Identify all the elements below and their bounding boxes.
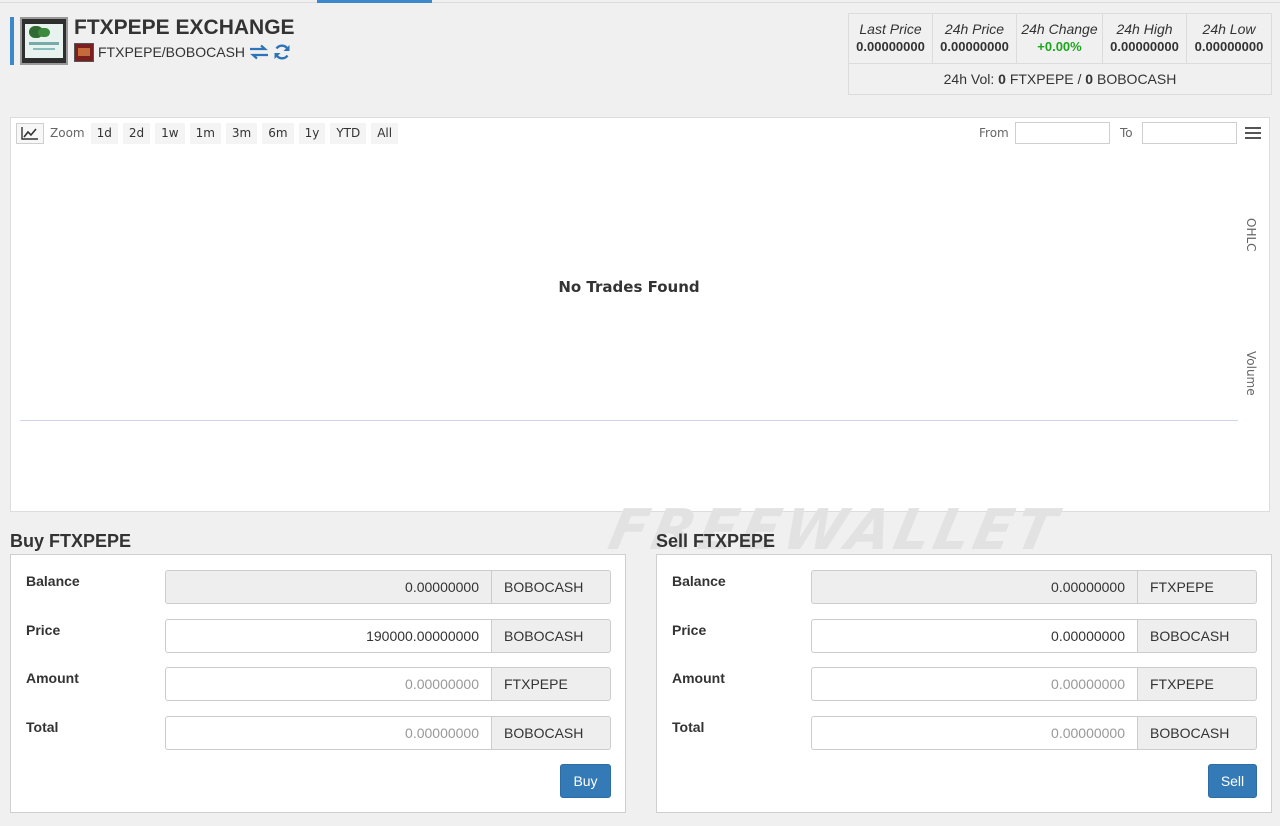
buy-form: Balance 0.00000000 BOBOCASH Price 190000… <box>10 554 626 813</box>
buy-price-row: Price 190000.00000000 BOBOCASH <box>11 619 625 653</box>
market-stats-table: Last Price 0.00000000 24h Price 0.000000… <box>848 13 1272 95</box>
buy-total-unit: BOBOCASH <box>491 716 611 750</box>
sell-price-unit: BOBOCASH <box>1137 619 1257 653</box>
sell-total-unit: BOBOCASH <box>1137 716 1257 750</box>
no-trades-message: No Trades Found <box>558 278 700 296</box>
from-label: From <box>979 126 1009 140</box>
to-label: To <box>1120 126 1133 140</box>
page-title: FTXPEPE EXCHANGE <box>74 16 295 39</box>
zoom-1y-button[interactable]: 1y <box>298 122 326 144</box>
zoom-1m-button[interactable]: 1m <box>189 122 221 144</box>
buy-total-label: Total <box>26 719 59 735</box>
buy-balance-field: 0.00000000 <box>165 570 492 604</box>
stat-24h-change: 24h Change +0.00% <box>1017 14 1103 63</box>
zoom-1d-button[interactable]: 1d <box>90 122 118 144</box>
sell-price-label: Price <box>672 622 707 638</box>
buy-balance-row: Balance 0.00000000 BOBOCASH <box>11 570 625 604</box>
stat-24h-price: 24h Price 0.00000000 <box>933 14 1017 63</box>
stat-24h-volume: 24h Vol: 0 FTXPEPE / 0 BOBOCASH <box>943 71 1177 87</box>
chart-menu-icon[interactable] <box>1245 127 1261 139</box>
zoom-1w-button[interactable]: 1w <box>155 122 185 144</box>
buy-price-input[interactable]: 190000.00000000 <box>165 619 492 653</box>
stat-last-price: Last Price 0.00000000 <box>849 14 933 63</box>
buy-amount-row: Amount 0.00000000 FTXPEPE <box>11 667 625 701</box>
active-tab-indicator <box>317 0 432 3</box>
chart-navigator-toggle-icon[interactable] <box>16 122 44 144</box>
buy-price-label: Price <box>26 622 61 638</box>
sell-amount-input[interactable]: 0.00000000 <box>811 667 1138 701</box>
ohlc-axis-label: OHLC <box>1244 218 1258 252</box>
volume-axis-label: Volume <box>1244 351 1258 396</box>
refresh-icon[interactable] <box>273 43 291 61</box>
zoom-2d-button[interactable]: 2d <box>122 122 151 144</box>
sell-balance-unit: FTXPEPE <box>1137 570 1257 604</box>
stat-24h-low: 24h Low 0.00000000 <box>1194 21 1264 54</box>
buy-balance-unit: BOBOCASH <box>491 570 611 604</box>
buy-amount-input[interactable]: 0.00000000 <box>165 667 492 701</box>
pair-token-icon <box>74 42 94 62</box>
buy-balance-label: Balance <box>26 573 80 589</box>
exchange-header: FTXPEPE EXCHANGE FTXPEPE/BOBOCASH <box>10 16 295 65</box>
price-chart: Zoom 1d 2d 1w 1m 3m 6m 1y YTD All From T… <box>10 117 1270 512</box>
sell-amount-row: Amount 0.00000000 FTXPEPE <box>657 667 1271 701</box>
chart-range-selector: Zoom 1d 2d 1w 1m 3m 6m 1y YTD All <box>16 122 403 144</box>
token-image <box>20 17 68 65</box>
sell-button[interactable]: Sell <box>1208 764 1257 798</box>
sell-total-label: Total <box>672 719 705 735</box>
pair-name: FTXPEPE/BOBOCASH <box>98 44 246 60</box>
buy-form-title: Buy FTXPEPE <box>10 531 132 551</box>
zoom-label: Zoom <box>50 126 85 140</box>
to-date-input[interactable] <box>1142 122 1237 144</box>
zoom-6m-button[interactable]: 6m <box>262 122 294 144</box>
sell-amount-unit: FTXPEPE <box>1137 667 1257 701</box>
zoom-3m-button[interactable]: 3m <box>225 122 258 144</box>
sell-form: Balance 0.00000000 FTXPEPE Price 0.00000… <box>656 554 1272 813</box>
buy-total-input[interactable]: 0.00000000 <box>165 716 492 750</box>
sell-total-input[interactable]: 0.00000000 <box>811 716 1138 750</box>
sell-balance-label: Balance <box>672 573 726 589</box>
stat-24h-high: 24h High 0.00000000 <box>1103 14 1187 63</box>
sell-price-input[interactable]: 0.00000000 <box>811 619 1138 653</box>
sell-total-row: Total 0.00000000 BOBOCASH <box>657 716 1271 750</box>
header-accent-bar <box>10 17 14 65</box>
from-date-input[interactable] <box>1015 122 1110 144</box>
buy-price-unit: BOBOCASH <box>491 619 611 653</box>
buy-amount-unit: FTXPEPE <box>491 667 611 701</box>
sell-amount-label: Amount <box>672 670 725 686</box>
chart-baseline <box>20 420 1238 421</box>
buy-total-row: Total 0.00000000 BOBOCASH <box>11 716 625 750</box>
sell-balance-row: Balance 0.00000000 FTXPEPE <box>657 570 1271 604</box>
zoom-all-button[interactable]: All <box>371 122 399 144</box>
sell-balance-field: 0.00000000 <box>811 570 1138 604</box>
zoom-ytd-button[interactable]: YTD <box>330 122 367 144</box>
buy-amount-label: Amount <box>26 670 79 686</box>
buy-button[interactable]: Buy <box>560 764 611 798</box>
top-divider <box>0 2 1280 3</box>
sell-form-title: Sell FTXPEPE <box>656 531 776 551</box>
sell-price-row: Price 0.00000000 BOBOCASH <box>657 619 1271 653</box>
swap-pair-icon[interactable] <box>249 44 269 60</box>
